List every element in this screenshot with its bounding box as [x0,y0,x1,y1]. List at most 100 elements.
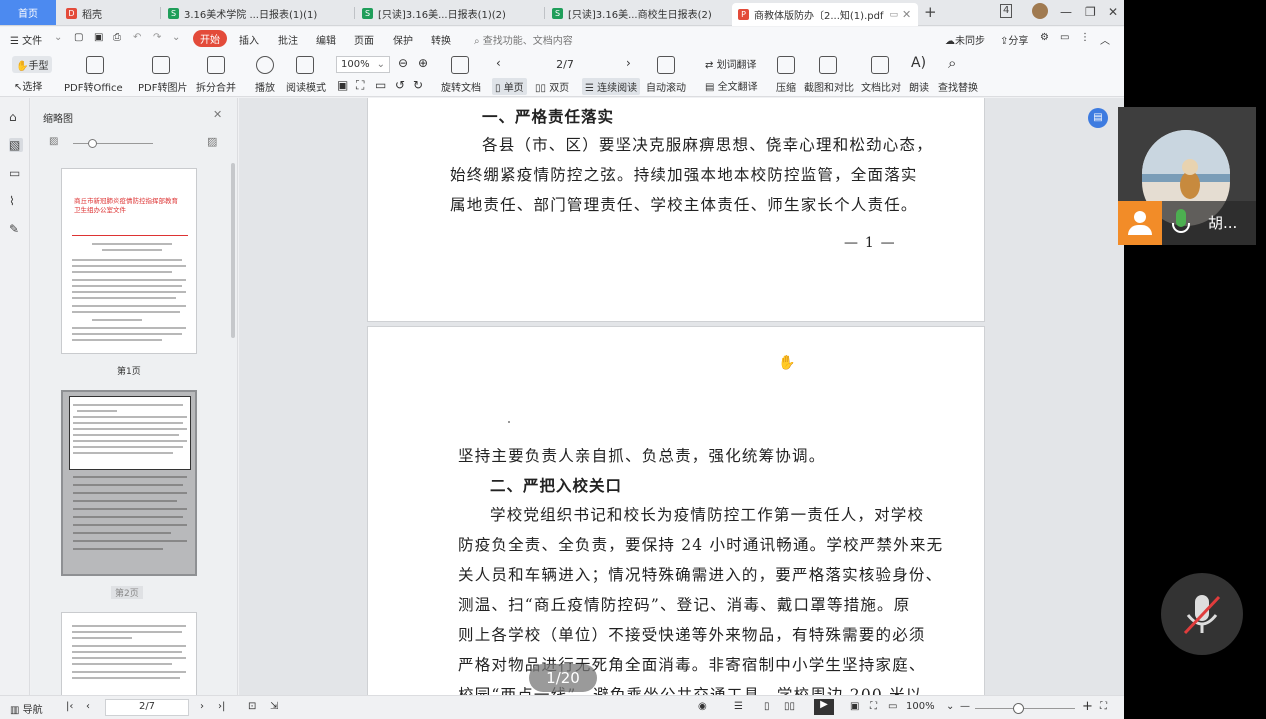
fit-page-icon[interactable]: ⛶ [356,78,364,93]
last-page-icon[interactable]: ›| [218,701,225,712]
thumbnail-page-2[interactable] [61,390,197,576]
zoom-slider-handle[interactable] [1013,703,1024,714]
signature-icon[interactable]: ✎ [9,222,23,236]
tab-pin-icon[interactable]: ▭ [889,10,898,20]
tab-pdf-active[interactable]: P 商教体版防办〔2...知(1).pdf ▭ ✕ [732,3,918,26]
menu-file[interactable]: ☰ 文件 [10,32,42,47]
hand-tool[interactable]: ✋手型 [12,56,53,73]
fit-width-icon[interactable]: ▭ [375,78,386,92]
doc-compare-button[interactable]: 文档比对 [861,79,901,94]
status-next-page-icon[interactable]: › [200,701,204,712]
page-number-input[interactable]: 2/7 [520,56,610,73]
floating-assistant-icon[interactable]: ▤ [1088,108,1108,128]
rotate-left-icon[interactable]: ↺ [395,78,405,92]
sync-status[interactable]: ☁未同步 [945,32,985,47]
zoom-select[interactable]: 100% ⌄ [336,56,390,73]
read-mode-button[interactable]: 阅读模式 [286,79,326,94]
pdf-to-image-button[interactable]: PDF转图片 [138,79,187,94]
menu-convert[interactable]: 转换 [431,32,451,47]
play-button[interactable]: 播放 [255,79,275,94]
quick-access-caret-icon[interactable]: ⌄ [172,32,180,43]
settings-icon[interactable]: ⚙ [1040,32,1049,43]
zoom-slider[interactable] [975,708,1075,709]
fullscreen-icon[interactable]: ⛶ [1100,701,1107,712]
menu-edit[interactable]: 编辑 [316,32,336,47]
double-view-icon[interactable]: ▯▯ [784,701,795,712]
eye-protect-icon[interactable]: ◉ [698,701,707,712]
menu-start[interactable]: 开始 [193,30,227,47]
save-icon[interactable]: ▣ [94,32,103,43]
menu-protect[interactable]: 保护 [393,32,413,47]
status-prev-page-icon[interactable]: ‹ [86,701,90,712]
rotate-right-icon[interactable]: ↻ [413,78,423,92]
tab-spreadsheet-1[interactable]: S 3.16美术学院 ...日报表(1)(1) [162,2,352,24]
thumb-size-slider[interactable] [73,143,153,144]
open-folder-icon[interactable]: ▢ [74,32,83,43]
actual-size-icon[interactable]: ▣ [337,78,348,92]
close-window-icon[interactable]: ✕ [1108,5,1118,19]
fit-page-status-icon[interactable]: ⛶ [870,701,877,712]
zoom-dropdown-icon[interactable]: ⌄ [946,701,954,712]
screenshot-compare-button[interactable]: 截图和对比 [804,79,854,94]
single-view-icon[interactable]: ▯ [764,701,770,712]
status-zoom-in-icon[interactable]: + [1082,699,1093,714]
slider-handle[interactable] [88,139,97,148]
compress-button[interactable]: 压缩 [776,79,796,94]
export-icon[interactable]: ⇲ [270,701,278,712]
actual-size-status-icon[interactable]: ▣ [850,701,859,712]
thumbnail-page-3[interactable] [61,612,197,695]
new-tab-icon[interactable]: + [924,3,937,21]
tab-spreadsheet-3[interactable]: S [只读]3.16美...商校生日报表(2) [546,2,730,24]
present-icon[interactable]: ▶ [814,699,834,715]
comment-icon[interactable]: ▭ [1060,32,1069,43]
read-aloud-button[interactable]: 朗读 [909,79,929,94]
zoom-level[interactable]: 100% [906,701,935,712]
tab-close-icon[interactable]: ✕ [902,8,911,21]
video-tile[interactable]: 胡... [1118,107,1256,245]
word-translate-button[interactable]: ⇄ 划词翻译 [705,56,757,71]
mute-microphone-button[interactable] [1161,573,1243,655]
undo-icon[interactable]: ↶ [133,32,141,43]
next-page-icon[interactable]: › [626,56,631,70]
minimize-icon[interactable]: — [1060,5,1072,19]
attachment-icon[interactable]: ⌇ [9,194,23,208]
status-page-input[interactable]: 2/7 [105,699,189,716]
find-replace-button[interactable]: 查找替换 [938,79,978,94]
menu-page[interactable]: 页面 [354,32,374,47]
tab-docer[interactable]: D 稻壳 [60,2,158,24]
full-translate-button[interactable]: ▤ 全文翻译 [705,78,758,93]
menu-annotate[interactable]: 批注 [278,32,298,47]
annotation-icon[interactable]: ▭ [9,166,23,180]
bookmark-icon[interactable]: ⌂ [9,110,23,124]
collapse-ribbon-icon[interactable]: ︿ [1100,32,1110,47]
restore-icon[interactable]: ❐ [1085,5,1096,19]
window-count-icon[interactable]: 4 [1000,4,1013,18]
zoom-out-icon[interactable]: ⊖ [398,56,408,70]
fit-width-status-icon[interactable]: ▭ [888,701,897,712]
tab-spreadsheet-2[interactable]: S [只读]3.16美...日报表(1)(2) [356,2,542,24]
status-zoom-out-icon[interactable]: — [960,701,970,712]
user-avatar-icon[interactable] [1032,3,1048,19]
print-icon[interactable]: ⎙ [113,32,121,43]
share-button[interactable]: ⇪分享 [1000,32,1028,47]
continuous-read-button[interactable]: ☰ 连续阅读 [582,78,641,95]
large-thumb-icon[interactable]: ▨ [207,135,217,148]
menu-insert[interactable]: 插入 [239,32,259,47]
menu-caret-icon[interactable]: ⌄ [54,32,62,43]
fit-icon[interactable]: ⊡ [248,701,256,712]
pdf-to-office-button[interactable]: PDF转Office [64,79,123,94]
panel-scrollbar[interactable] [231,163,235,338]
close-panel-icon[interactable]: ✕ [213,108,222,121]
continuous-view-icon[interactable]: ☰ [734,701,743,712]
nav-toggle[interactable]: ▥ 导航 [10,701,43,716]
thumbnail-icon[interactable]: ▧ [9,138,23,152]
first-page-icon[interactable]: |‹ [66,701,73,712]
auto-scroll-button[interactable]: 自动滚动 [646,79,686,94]
document-viewer[interactable]: 一、严格责任落实 各县（市、区）要坚决克服麻痹思想、侥幸心理和松劲心态， 始终绷… [239,98,1124,695]
prev-page-icon[interactable]: ‹ [496,56,501,70]
double-page-button[interactable]: ▯▯ 双页 [535,79,569,94]
split-merge-button[interactable]: 拆分合并 [196,79,236,94]
redo-icon[interactable]: ↷ [153,32,161,43]
tab-home[interactable]: 首页 [0,0,56,25]
select-tool[interactable]: ↖选择 [14,78,42,93]
